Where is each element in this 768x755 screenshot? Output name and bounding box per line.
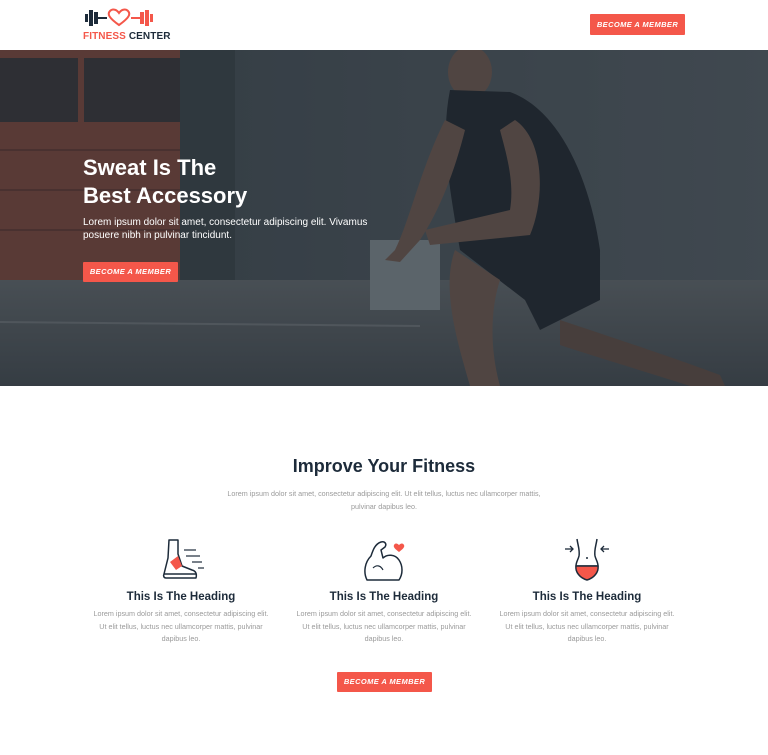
site-header: FITNESS CENTER BECOME A MEMBER	[0, 0, 768, 50]
feature-card: This Is The Heading Lorem ipsum dolor si…	[293, 536, 475, 646]
feature-description: Lorem ipsum dolor sit amet, consectetur …	[296, 609, 472, 643]
hero-become-member-button[interactable]: BECOME A MEMBER	[83, 262, 178, 282]
dumbbell-heart-logo-icon	[85, 8, 153, 27]
hero-title-line-2: Best Accessory	[83, 183, 248, 208]
feature-card: This Is The Heading Lorem ipsum dolor si…	[496, 536, 678, 646]
feature-heading: This Is The Heading	[532, 591, 642, 603]
feature-heading: This Is The Heading	[126, 591, 236, 603]
running-shoe-icon	[162, 539, 204, 579]
section-title: Improve Your Fitness	[292, 456, 476, 476]
waist-measure-icon	[565, 538, 609, 581]
section-become-member-button[interactable]: BECOME A MEMBER	[337, 672, 432, 692]
logo-word-fitness: FITNESS	[83, 31, 126, 42]
flexed-arm-heart-icon	[364, 541, 405, 581]
hero-banner: Sweat Is The Best Accessory Lorem ipsum …	[0, 50, 768, 386]
section-description: Lorem ipsum dolor sit amet, consectetur …	[227, 489, 541, 511]
logo-word-center: CENTER	[128, 31, 171, 42]
feature-description: Lorem ipsum dolor sit amet, consectetur …	[499, 609, 675, 643]
feature-description: Lorem ipsum dolor sit amet, consectetur …	[93, 609, 269, 643]
header-become-member-button[interactable]: BECOME A MEMBER	[590, 14, 685, 35]
feature-card: This Is The Heading Lorem ipsum dolor si…	[90, 536, 272, 646]
feature-heading: This Is The Heading	[329, 591, 439, 603]
logo-text: FITNESS CENTER	[83, 31, 171, 43]
hero-description: Lorem ipsum dolor sit amet, consectetur …	[83, 217, 368, 241]
hero-title-line-1: Sweat Is The	[83, 155, 217, 180]
logo[interactable]: FITNESS CENTER	[83, 7, 170, 43]
hero-title: Sweat Is The Best Accessory	[83, 154, 383, 210]
